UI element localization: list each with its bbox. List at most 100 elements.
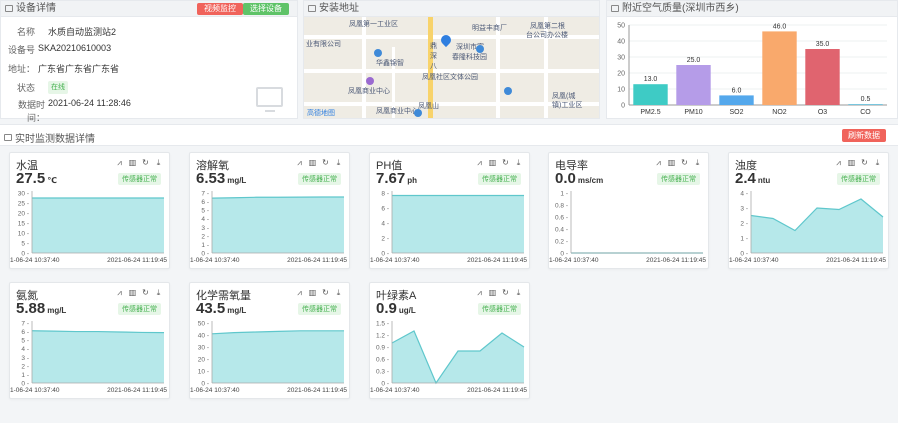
chart-toolbar: ⩘ ▥ ↻ ⤓ [295,288,343,297]
map-panel-header: 安装地址 [304,1,599,17]
sensor-value: 2.4 ntu [735,170,771,187]
map-provider-logo: 高德地图 [307,110,335,117]
line-chart-icon[interactable]: ⩘ [115,288,124,297]
y-tick-label: 6 - [21,329,29,336]
area-fill [751,199,883,253]
line-chart-icon[interactable]: ⩘ [834,158,843,167]
sensor-unit: ph [407,176,417,185]
y-tick-label: 3 - [740,206,748,213]
video-monitor-button[interactable]: 视频监控 [197,3,243,15]
bar-pm25[interactable] [633,84,668,105]
bar-value-label: 46.0 [773,23,787,30]
y-tick-label: 0.6 - [555,215,568,222]
area-fill [32,198,164,253]
sensor-value: 6.53 mg/L [196,170,247,187]
refresh-icon[interactable]: ↻ [501,158,510,167]
bar-chart-icon[interactable]: ▥ [308,288,317,297]
x-tick-label: CO [860,109,871,116]
y-tick-label: 25 - [18,201,29,208]
x-tick-label: PM2.5 [640,109,660,116]
online-badge: 在线 [48,81,68,94]
bar-co[interactable] [848,104,883,105]
line-chart-icon[interactable]: ⩘ [475,158,484,167]
sensor-area-chart: 0 -10 -20 -30 -40 -50 -1-06-24 10:37:40 2… [190,321,347,395]
y-tick-label: 1.2 - [376,333,389,340]
download-icon[interactable]: ⤓ [334,288,343,297]
sensor-status-badge: 传感器正常 [837,173,880,185]
refresh-icon[interactable]: ↻ [321,288,330,297]
sensor-card: 化学需氧量 43.5 mg/L ⩘ ▥ ↻ ⤓ 传感器正常 0 -10 -20 -30 -40 … [189,282,350,399]
area-fill [212,330,344,383]
bar-so2[interactable] [719,95,754,105]
y-tick-label: 2 - [740,221,748,228]
refresh-data-button[interactable]: 刷新数据 [842,129,886,142]
bar-chart-icon[interactable]: ▥ [667,158,676,167]
sensor-value: 5.88 mg/L [16,300,67,317]
sensor-status-badge: 传感器正常 [657,173,700,185]
bar-value-label: 35.0 [816,41,830,48]
info-key: 地址： [7,64,35,74]
bar-chart-icon[interactable]: ▥ [128,158,137,167]
y-tick-label: 30 - [18,191,29,198]
bar-pm10[interactable] [676,65,711,105]
bar-chart-icon[interactable]: ▥ [847,158,856,167]
y-tick-label: 1 - [21,372,29,379]
sensor-unit: mg/L [227,306,247,315]
refresh-icon[interactable]: ↻ [141,288,150,297]
info-key: 数据时间： [17,100,45,123]
bar-chart-icon[interactable]: ▥ [308,158,317,167]
y-tick-label: 0.9 - [376,345,389,352]
download-icon[interactable]: ⤓ [873,158,882,167]
y-tick-label: 0.8 - [555,203,568,210]
download-icon[interactable]: ⤓ [154,158,163,167]
x-end-label: 2021-06-24 11:19:45 [287,257,347,264]
download-icon[interactable]: ⤓ [334,158,343,167]
bar-chart-icon[interactable]: ▥ [488,158,497,167]
y-tick-label: 5 - [21,338,29,345]
map-label: 业有限公司 [306,41,341,48]
map-poi-icon [366,77,374,85]
map-label: 春隆科技园 [452,54,487,61]
download-icon[interactable]: ⤓ [154,288,163,297]
y-tick-label: 7 - [21,321,29,328]
dashboard: 设备详情 视频监控 选择设备 名称 水质自动监测站2 设备号 SKA202106… [0,0,898,423]
sensor-status-badge: 传感器正常 [298,303,341,315]
refresh-icon[interactable]: ↻ [680,158,689,167]
download-icon[interactable]: ⤓ [514,158,523,167]
x-end-label: 2021-06-24 11:19:45 [826,257,886,264]
bar-chart-icon[interactable]: ▥ [488,288,497,297]
map-view[interactable]: 凤凰第一工业区 明益丰商厂 凤凰第二根 台公司办公楼 业有限公司 深圳市富 春隆… [304,17,599,118]
bar-chart-icon[interactable]: ▥ [128,288,137,297]
line-chart-icon[interactable]: ⩘ [654,158,663,167]
refresh-icon[interactable]: ↻ [321,158,330,167]
line-chart-icon[interactable]: ⩘ [295,288,304,297]
line-chart-icon[interactable]: ⩘ [115,158,124,167]
sensor-unit: ug/L [398,306,416,315]
sensor-area-chart: 0 -0.2 -0.4 -0.6 -0.8 -1 -1-06-24 10:37:… [549,191,706,265]
info-row-device-id: 设备号 SKA20210610003 [1,43,111,56]
bar-no2[interactable] [762,31,797,105]
map-poi-icon [374,49,382,57]
sensor-card: 电导率 0.0 ms/cm ⩘ ▥ ↻ ⤓ 传感器正常 0 -0.2 -0.4 -0.6 -0.… [548,152,709,269]
y-tick-label: 3 - [21,355,29,362]
y-tick-label: 0.2 - [555,239,568,246]
line-chart-icon[interactable]: ⩘ [295,158,304,167]
y-tick-label: 4 - [201,216,209,223]
bar-o3[interactable] [805,49,840,105]
map-label: 明益丰商厂 [472,25,507,32]
refresh-icon[interactable]: ↻ [141,158,150,167]
refresh-icon[interactable]: ↻ [860,158,869,167]
x-start-label: 1-06-24 10:37:40 [10,387,60,394]
map-poi-icon [414,109,422,117]
map-label: 深 [430,53,437,60]
sensor-card: 水温 27.5 ℃ ⩘ ▥ ↻ ⤓ 传感器正常 0 -5 -10 -15 -20 -25 -30… [9,152,170,269]
sensor-unit: mg/L [47,306,67,315]
y-tick-label: 0.4 - [555,227,568,234]
line-chart-icon[interactable]: ⩘ [475,288,484,297]
y-tick-label: 4 - [381,221,389,228]
map-label: 八 [430,63,437,70]
download-icon[interactable]: ⤓ [693,158,702,167]
select-device-button[interactable]: 选择设备 [243,3,289,15]
refresh-icon[interactable]: ↻ [501,288,510,297]
download-icon[interactable]: ⤓ [514,288,523,297]
